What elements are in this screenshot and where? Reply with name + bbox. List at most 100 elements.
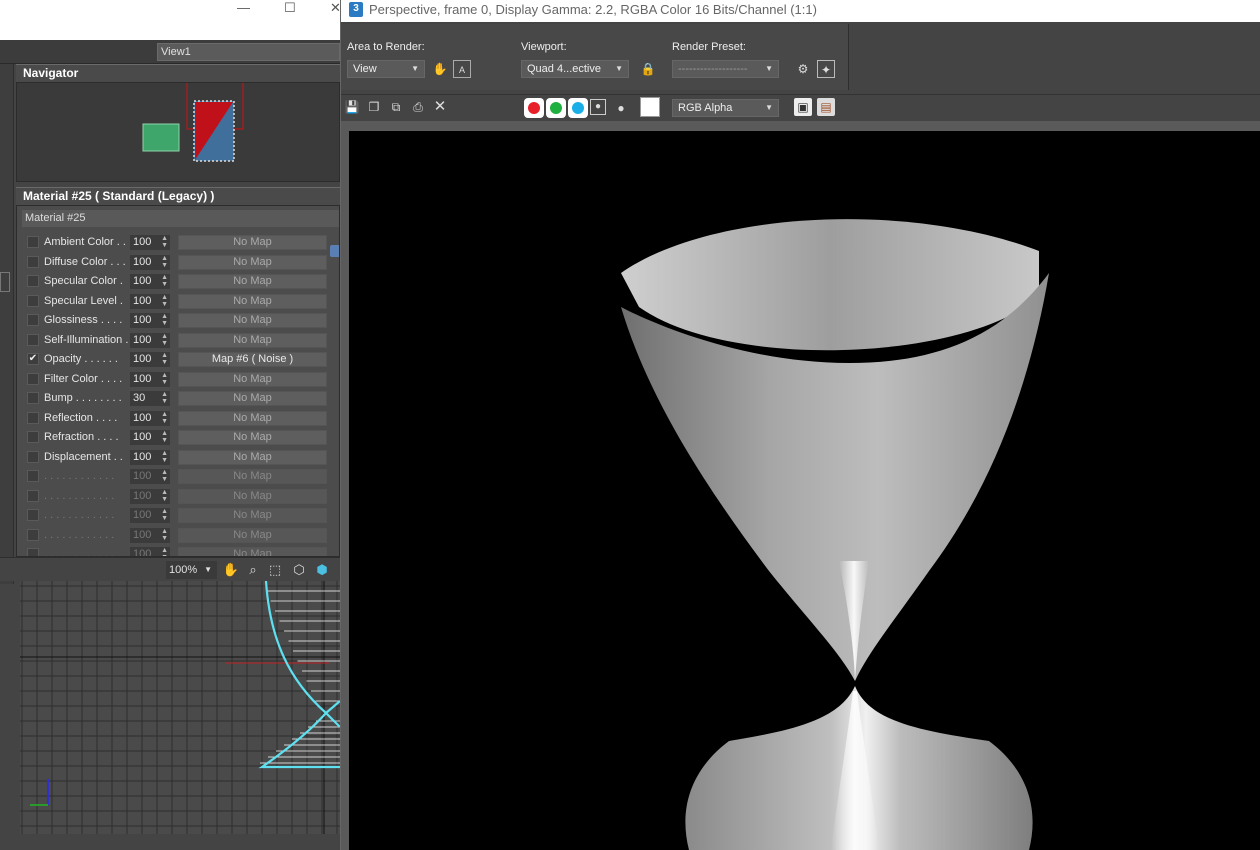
toggle-ui-overlay-icon[interactable]: ▣ xyxy=(794,98,812,116)
print-icon[interactable]: ⎙ xyxy=(409,98,427,116)
spinner-arrows-icon[interactable]: ▲▼ xyxy=(161,411,168,425)
edit-region-icon[interactable]: ✋ xyxy=(431,60,449,78)
zoom-magnifier-icon[interactable]: ⌕ xyxy=(244,561,262,579)
map-enable-checkbox[interactable] xyxy=(27,412,39,424)
copy-image-icon[interactable]: ❐ xyxy=(365,98,383,116)
front-viewport[interactable] xyxy=(20,581,340,834)
map-slot-button[interactable]: No Map xyxy=(178,333,327,348)
map-amount-spinner[interactable]: 100 ▲▼ xyxy=(130,528,170,543)
map-amount-spinner[interactable]: 100 ▲▼ xyxy=(130,294,170,309)
zoom-extents-selected-icon[interactable]: ⬢ xyxy=(313,561,331,579)
map-enable-checkbox[interactable] xyxy=(27,451,39,463)
map-amount-spinner[interactable]: 100 ▲▼ xyxy=(130,430,170,445)
map-amount-spinner[interactable]: 100 ▲▼ xyxy=(130,333,170,348)
spinner-arrows-icon[interactable]: ▲▼ xyxy=(161,294,168,308)
zoom-dropdown[interactable]: 100% ▼ xyxy=(166,561,217,579)
spinner-arrows-icon[interactable]: ▲▼ xyxy=(161,450,168,464)
color-swatch[interactable] xyxy=(640,97,660,117)
minimize-icon[interactable]: — xyxy=(237,0,250,15)
map-enable-checkbox[interactable] xyxy=(27,256,39,268)
pan-hand-icon[interactable]: ✋ xyxy=(222,561,240,579)
lock-icon[interactable]: 🔒 xyxy=(639,60,657,78)
spinner-arrows-icon[interactable]: ▲▼ xyxy=(161,235,168,249)
view-tab[interactable]: View1 xyxy=(157,43,340,61)
auto-region-icon[interactable]: A xyxy=(453,60,471,78)
map-amount-spinner[interactable]: 100 ▲▼ xyxy=(130,411,170,426)
save-image-icon[interactable]: 💾 xyxy=(343,98,361,116)
toggle-ui-icon[interactable]: ▤ xyxy=(817,98,835,116)
map-slot-button[interactable]: No Map xyxy=(178,294,327,309)
map-amount-spinner[interactable]: 100 ▲▼ xyxy=(130,469,170,484)
clone-window-icon[interactable]: ⧉ xyxy=(387,98,405,116)
spinner-arrows-icon[interactable]: ▲▼ xyxy=(161,313,168,327)
environment-effects-icon[interactable]: ✦ xyxy=(817,60,835,78)
viewport-dropdown[interactable]: Quad 4...ective ▼ xyxy=(521,60,629,78)
rendered-image[interactable] xyxy=(349,131,1260,850)
map-enable-checkbox[interactable] xyxy=(27,295,39,307)
spinner-arrows-icon[interactable]: ▲▼ xyxy=(161,333,168,347)
map-slot-button[interactable]: No Map xyxy=(178,411,327,426)
green-channel-toggle[interactable] xyxy=(546,98,566,118)
map-enable-checkbox[interactable] xyxy=(27,548,39,556)
map-amount-spinner[interactable]: 100 ▲▼ xyxy=(130,235,170,250)
area-to-render-dropdown[interactable]: View ▼ xyxy=(347,60,425,78)
map-slot-button[interactable]: No Map xyxy=(178,255,327,270)
spinner-arrows-icon[interactable]: ▲▼ xyxy=(161,372,168,386)
map-amount-spinner[interactable]: 100 ▲▼ xyxy=(130,372,170,387)
spinner-arrows-icon[interactable]: ▲▼ xyxy=(161,547,168,556)
monochrome-icon[interactable]: ● xyxy=(612,99,630,117)
map-amount-spinner[interactable]: 100 ▲▼ xyxy=(130,274,170,289)
map-amount-spinner[interactable]: 100 ▲▼ xyxy=(130,489,170,504)
alpha-channel-icon[interactable]: ● xyxy=(590,99,606,115)
map-enable-checkbox[interactable] xyxy=(27,392,39,404)
spinner-arrows-icon[interactable]: ▲▼ xyxy=(161,489,168,503)
blue-channel-toggle[interactable] xyxy=(568,98,588,118)
spinner-arrows-icon[interactable]: ▲▼ xyxy=(161,430,168,444)
material-header[interactable]: Material #25 ( Standard (Legacy) ) xyxy=(16,187,340,205)
map-amount-spinner[interactable]: 100 ▲▼ xyxy=(130,547,170,556)
map-amount-spinner[interactable]: 100 ▲▼ xyxy=(130,450,170,465)
map-amount-spinner[interactable]: 100 ▲▼ xyxy=(130,352,170,367)
map-enable-checkbox[interactable] xyxy=(27,314,39,326)
map-slot-button[interactable]: No Map xyxy=(178,372,327,387)
spinner-arrows-icon[interactable]: ▲▼ xyxy=(161,255,168,269)
map-amount-spinner[interactable]: 30 ▲ ▼ xyxy=(130,391,170,406)
map-slot-button[interactable]: No Map xyxy=(178,391,327,406)
map-slot-button[interactable]: No Map xyxy=(178,489,327,504)
map-enable-checkbox[interactable] xyxy=(27,275,39,287)
map-slot-button[interactable]: No Map xyxy=(178,450,327,465)
zoom-region-icon[interactable]: ⬚ xyxy=(266,561,284,579)
map-slot-button[interactable]: No Map xyxy=(178,235,327,250)
zoom-extents-icon[interactable]: ⬡ xyxy=(290,561,308,579)
map-enable-checkbox[interactable] xyxy=(27,509,39,521)
spinner-arrows-icon[interactable]: ▲▼ xyxy=(161,508,168,522)
map-slot-button[interactable]: No Map xyxy=(178,469,327,484)
map-enable-checkbox[interactable] xyxy=(27,236,39,248)
map-slot-button[interactable]: No Map xyxy=(178,508,327,523)
material-name-field[interactable]: Material #25 xyxy=(22,210,339,227)
map-amount-spinner[interactable]: 100 ▲▼ xyxy=(130,313,170,328)
display-channel-dropdown[interactable]: RGB Alpha ▼ xyxy=(672,99,779,117)
map-slot-button[interactable]: No Map xyxy=(178,528,327,543)
map-enable-checkbox[interactable] xyxy=(27,490,39,502)
navigator-header[interactable]: Navigator xyxy=(16,64,340,82)
map-slot-button[interactable]: Map #6 ( Noise ) xyxy=(178,352,327,367)
map-enable-checkbox[interactable] xyxy=(27,470,39,482)
map-slot-button[interactable]: No Map xyxy=(178,430,327,445)
spinner-arrows-icon[interactable]: ▲▼ xyxy=(161,274,168,288)
spinner-arrows-icon[interactable]: ▲▼ xyxy=(161,469,168,483)
rollout-side-icon[interactable] xyxy=(330,245,339,257)
spinner-arrows-icon[interactable]: ▲▼ xyxy=(161,352,168,366)
red-channel-toggle[interactable] xyxy=(524,98,544,118)
spinner-arrows-icon[interactable]: ▲▼ xyxy=(161,528,168,542)
map-enable-checkbox[interactable] xyxy=(27,431,39,443)
map-enable-checkbox[interactable] xyxy=(27,334,39,346)
render-setup-icon[interactable]: ⚙ xyxy=(794,60,812,78)
map-slot-button[interactable]: No Map xyxy=(178,274,327,289)
map-amount-spinner[interactable]: 100 ▲▼ xyxy=(130,255,170,270)
map-enable-checkbox[interactable] xyxy=(27,373,39,385)
maximize-icon[interactable]: ☐ xyxy=(284,0,296,16)
map-slot-button[interactable]: No Map xyxy=(178,313,327,328)
map-enable-checkbox[interactable]: ✔ xyxy=(27,353,39,365)
map-amount-spinner[interactable]: 100 ▲▼ xyxy=(130,508,170,523)
